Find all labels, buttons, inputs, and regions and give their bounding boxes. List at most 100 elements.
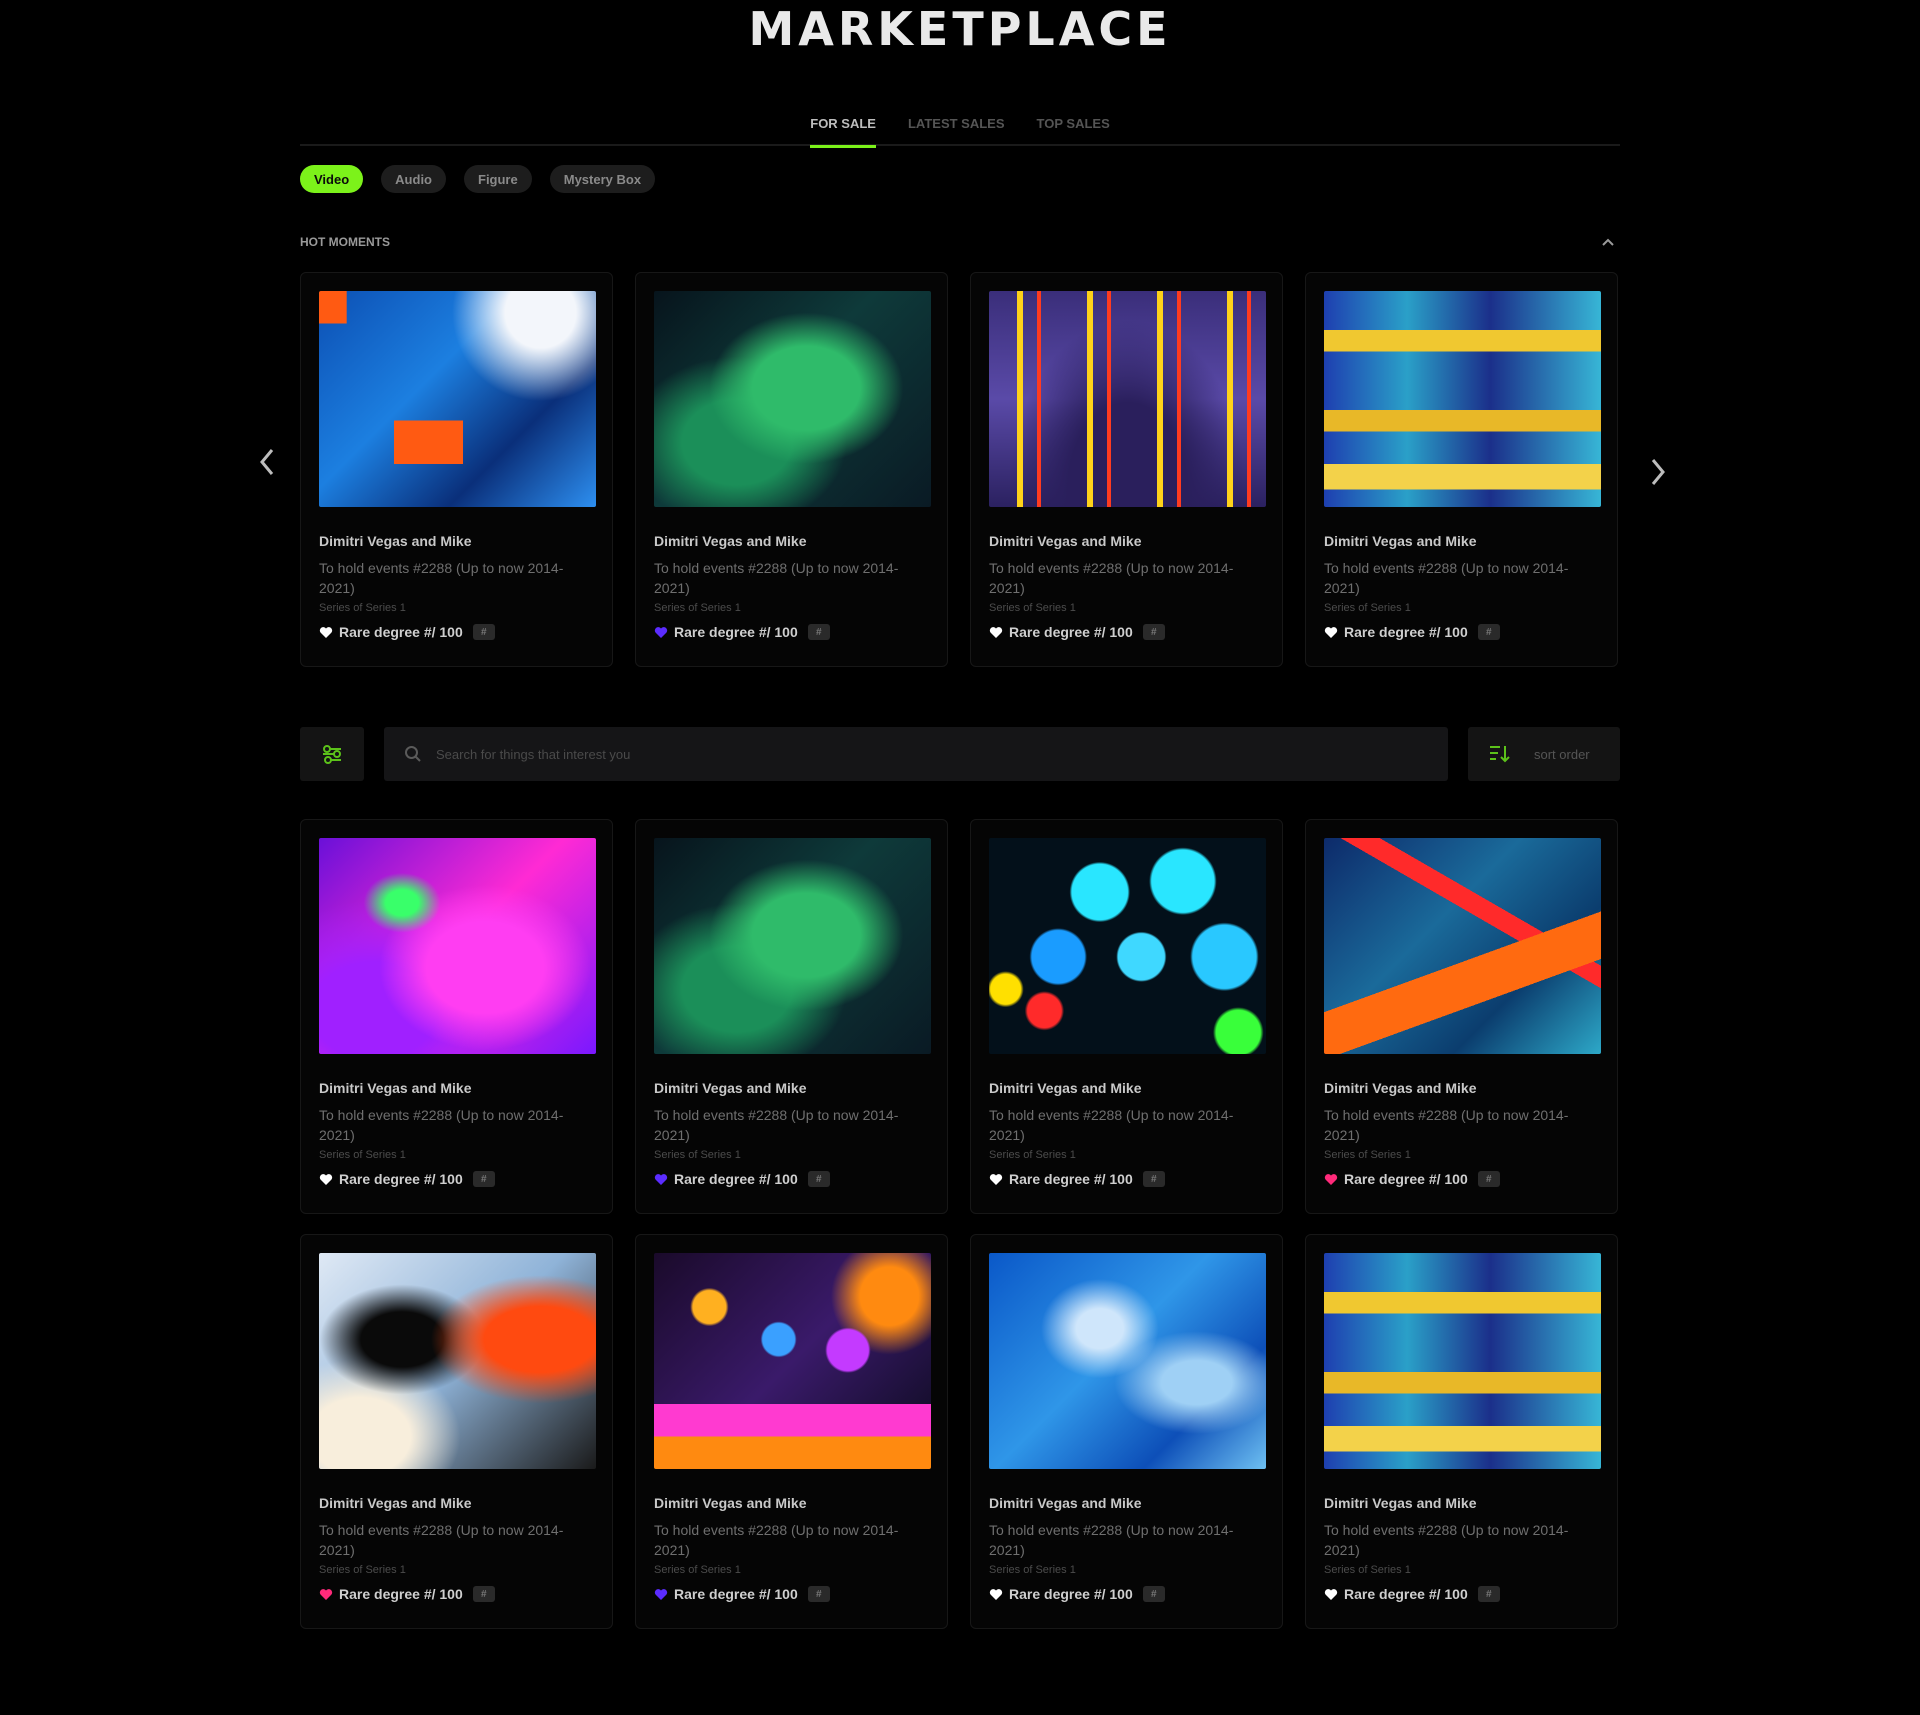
card-description: To hold events #2288 (Up to now 2014-202… bbox=[319, 1107, 564, 1143]
nft-card[interactable]: Dimitri Vegas and Mike To hold events #2… bbox=[970, 1234, 1283, 1629]
nft-grid-row-2: Dimitri Vegas and Mike To hold events #2… bbox=[300, 1234, 1618, 1629]
nft-card[interactable]: Dimitri Vegas and Mike To hold events #2… bbox=[635, 1234, 948, 1629]
nft-artwork bbox=[319, 291, 596, 507]
card-title: Dimitri Vegas and Mike bbox=[319, 1080, 472, 1096]
rare-degree: Rare degree #/ 100 bbox=[674, 1586, 798, 1602]
tab-bar: FOR SALE LATEST SALES TOP SALES bbox=[300, 112, 1620, 148]
search-icon bbox=[405, 746, 421, 762]
heart-icon bbox=[319, 1173, 333, 1185]
heart-icon bbox=[654, 1588, 668, 1600]
heart-icon bbox=[989, 1588, 1003, 1600]
card-description: To hold events #2288 (Up to now 2014-202… bbox=[1324, 1522, 1569, 1558]
card-title: Dimitri Vegas and Mike bbox=[989, 1495, 1142, 1511]
tab-top-sales[interactable]: TOP SALES bbox=[1037, 112, 1110, 146]
heart-icon bbox=[1324, 626, 1338, 638]
nft-artwork bbox=[654, 838, 931, 1054]
nft-card[interactable]: Dimitri Vegas and Mike To hold events #2… bbox=[300, 1234, 613, 1629]
nft-artwork bbox=[989, 1253, 1266, 1469]
edition-badge: # bbox=[807, 1171, 830, 1187]
card-series: Series of Series 1 bbox=[989, 1149, 1076, 1161]
card-title: Dimitri Vegas and Mike bbox=[1324, 1080, 1477, 1096]
card-description: To hold events #2288 (Up to now 2014-202… bbox=[989, 1522, 1234, 1558]
rare-degree: Rare degree #/ 100 bbox=[674, 1171, 798, 1187]
card-series: Series of Series 1 bbox=[1324, 1149, 1411, 1161]
rare-degree: Rare degree #/ 100 bbox=[1009, 1171, 1133, 1187]
card-description: To hold events #2288 (Up to now 2014-202… bbox=[1324, 560, 1569, 596]
card-series: Series of Series 1 bbox=[654, 602, 741, 614]
heart-icon bbox=[1324, 1588, 1338, 1600]
filter-chip-audio[interactable]: Audio bbox=[381, 165, 446, 193]
rare-degree: Rare degree #/ 100 bbox=[1009, 624, 1133, 640]
page-title: MARKETPLACE bbox=[748, 2, 1172, 56]
rare-degree: Rare degree #/ 100 bbox=[339, 1171, 463, 1187]
card-series: Series of Series 1 bbox=[654, 1564, 741, 1576]
card-description: To hold events #2288 (Up to now 2014-202… bbox=[654, 1522, 899, 1558]
heart-icon bbox=[654, 626, 668, 638]
nft-card[interactable]: Dimitri Vegas and Mike To hold events #2… bbox=[1305, 1234, 1618, 1629]
rare-degree: Rare degree #/ 100 bbox=[674, 624, 798, 640]
card-series: Series of Series 1 bbox=[1324, 1564, 1411, 1576]
edition-badge: # bbox=[1477, 1586, 1500, 1602]
nft-card[interactable]: Dimitri Vegas and Mike To hold events #2… bbox=[970, 272, 1283, 667]
nft-artwork bbox=[989, 838, 1266, 1054]
card-description: To hold events #2288 (Up to now 2014-202… bbox=[989, 1107, 1234, 1143]
edition-badge: # bbox=[1477, 1171, 1500, 1187]
nft-artwork bbox=[319, 1253, 596, 1469]
heart-icon bbox=[319, 1588, 333, 1600]
card-title: Dimitri Vegas and Mike bbox=[989, 1080, 1142, 1096]
hot-moments-title: HOT MOMENTS bbox=[300, 235, 390, 249]
card-description: To hold events #2288 (Up to now 2014-202… bbox=[319, 1522, 564, 1558]
nft-card[interactable]: Dimitri Vegas and Mike To hold events #2… bbox=[635, 819, 948, 1214]
filter-chip-figure[interactable]: Figure bbox=[464, 165, 532, 193]
chevron-right-icon bbox=[1651, 459, 1665, 485]
collapse-button[interactable] bbox=[1598, 232, 1618, 252]
card-title: Dimitri Vegas and Mike bbox=[319, 533, 472, 549]
card-title: Dimitri Vegas and Mike bbox=[989, 533, 1142, 549]
carousel-prev-button[interactable] bbox=[252, 442, 282, 482]
search-input[interactable] bbox=[436, 746, 1336, 762]
rare-degree: Rare degree #/ 100 bbox=[339, 1586, 463, 1602]
chevron-up-icon bbox=[1602, 238, 1614, 246]
heart-icon bbox=[1324, 1173, 1338, 1185]
sort-icon bbox=[1490, 746, 1510, 763]
card-title: Dimitri Vegas and Mike bbox=[319, 1495, 472, 1511]
nft-card[interactable]: Dimitri Vegas and Mike To hold events #2… bbox=[635, 272, 948, 667]
filter-chip-mystery-box[interactable]: Mystery Box bbox=[549, 165, 656, 193]
card-series: Series of Series 1 bbox=[319, 1564, 406, 1576]
heart-icon bbox=[989, 1173, 1003, 1185]
carousel-next-button[interactable] bbox=[1643, 452, 1673, 492]
tab-latest-sales[interactable]: LATEST SALES bbox=[908, 112, 1005, 146]
tab-for-sale[interactable]: FOR SALE bbox=[810, 112, 876, 148]
card-title: Dimitri Vegas and Mike bbox=[654, 533, 807, 549]
search-bar bbox=[384, 727, 1448, 781]
rare-degree: Rare degree #/ 100 bbox=[1344, 1586, 1468, 1602]
nft-card[interactable]: Dimitri Vegas and Mike To hold events #2… bbox=[1305, 819, 1618, 1214]
nft-card[interactable]: Dimitri Vegas and Mike To hold events #2… bbox=[1305, 272, 1618, 667]
card-description: To hold events #2288 (Up to now 2014-202… bbox=[319, 560, 564, 596]
card-title: Dimitri Vegas and Mike bbox=[1324, 1495, 1477, 1511]
rare-degree: Rare degree #/ 100 bbox=[1344, 1171, 1468, 1187]
rare-degree: Rare degree #/ 100 bbox=[1344, 624, 1468, 640]
category-filters: Video Audio Figure Mystery Box bbox=[300, 165, 656, 193]
sort-order-button[interactable]: sort order bbox=[1468, 727, 1620, 781]
nft-artwork bbox=[1324, 838, 1601, 1054]
chevron-left-icon bbox=[260, 449, 274, 475]
nft-card[interactable]: Dimitri Vegas and Mike To hold events #2… bbox=[300, 272, 613, 667]
heart-icon bbox=[654, 1173, 668, 1185]
card-description: To hold events #2288 (Up to now 2014-202… bbox=[1324, 1107, 1569, 1143]
card-series: Series of Series 1 bbox=[1324, 602, 1411, 614]
filter-button[interactable] bbox=[300, 727, 364, 781]
card-description: To hold events #2288 (Up to now 2014-202… bbox=[654, 560, 899, 596]
edition-badge: # bbox=[1477, 624, 1500, 640]
nft-card[interactable]: Dimitri Vegas and Mike To hold events #2… bbox=[300, 819, 613, 1214]
card-series: Series of Series 1 bbox=[989, 1564, 1076, 1576]
card-series: Series of Series 1 bbox=[319, 602, 406, 614]
nft-card[interactable]: Dimitri Vegas and Mike To hold events #2… bbox=[970, 819, 1283, 1214]
edition-badge: # bbox=[472, 624, 495, 640]
filter-chip-video[interactable]: Video bbox=[300, 165, 364, 193]
filter-icon bbox=[323, 745, 341, 764]
card-description: To hold events #2288 (Up to now 2014-202… bbox=[654, 1107, 899, 1143]
card-title: Dimitri Vegas and Mike bbox=[1324, 533, 1477, 549]
card-series: Series of Series 1 bbox=[319, 1149, 406, 1161]
nft-artwork bbox=[654, 291, 931, 507]
